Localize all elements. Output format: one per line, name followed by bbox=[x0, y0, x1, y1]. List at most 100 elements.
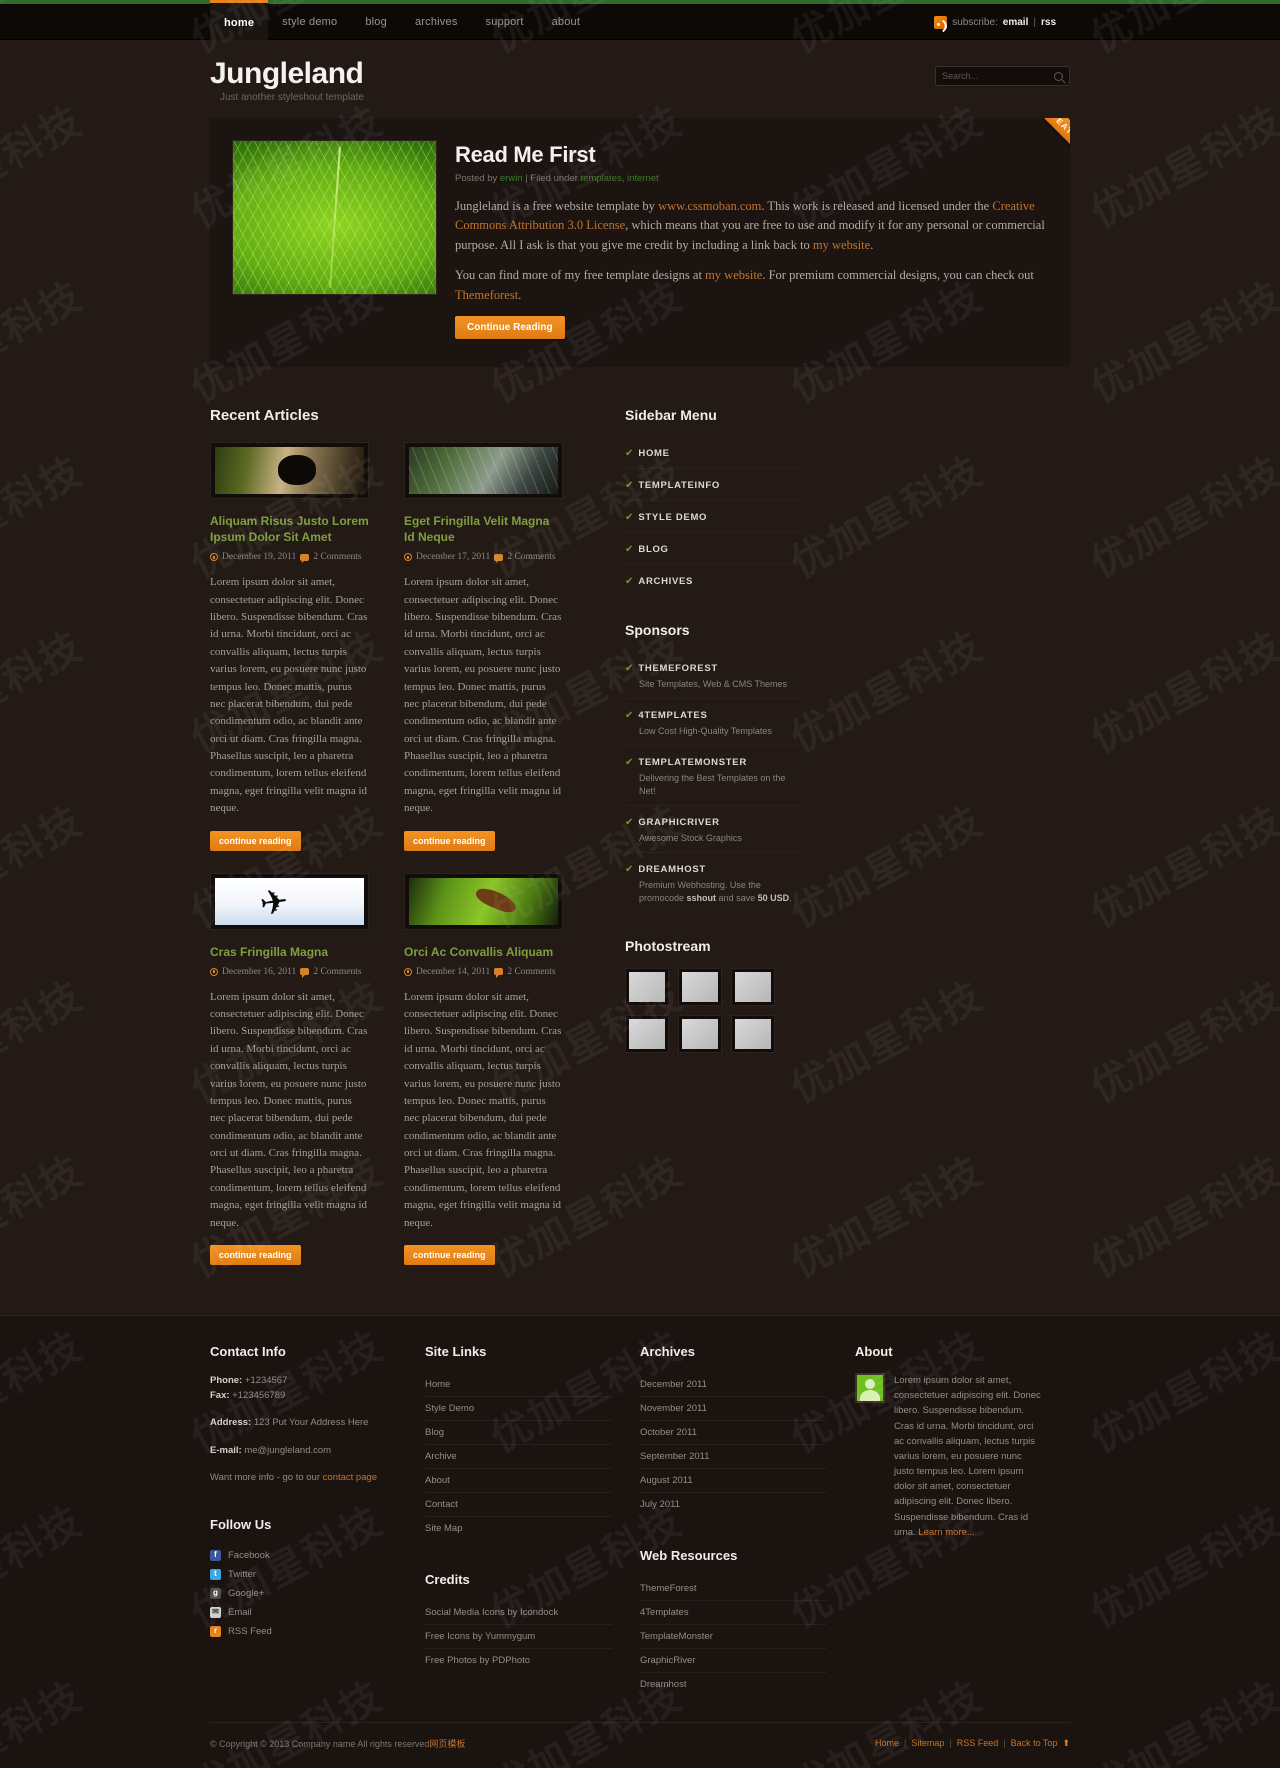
photostream-thumb[interactable] bbox=[731, 1015, 775, 1054]
sitelink-home[interactable]: Home bbox=[425, 1373, 612, 1396]
list-item[interactable]: Free Icons by Yummygum bbox=[425, 1625, 612, 1649]
social-label[interactable]: Facebook bbox=[228, 1550, 270, 1561]
featured-image[interactable] bbox=[232, 140, 437, 295]
rss-icon[interactable] bbox=[934, 15, 948, 29]
article-thumbnail[interactable] bbox=[404, 872, 563, 930]
list-item[interactable]: Blog bbox=[425, 1421, 612, 1445]
sidebar-item-label[interactable]: ARCHIVES bbox=[638, 576, 693, 587]
archive-november-2011[interactable]: November 2011 bbox=[640, 1397, 827, 1420]
article-continue-button[interactable]: continue reading bbox=[404, 830, 495, 851]
list-item[interactable]: Archive bbox=[425, 1445, 612, 1469]
article-title[interactable]: Eget Fringilla Velit Magna Id Neque bbox=[404, 513, 563, 545]
article-title[interactable]: Orci Ac Convallis Aliquam bbox=[404, 944, 563, 960]
featured-p2-link-themeforest[interactable]: Themeforest bbox=[455, 288, 518, 302]
sidebar-item-archives[interactable]: ✔ ARCHIVES bbox=[625, 565, 800, 596]
learn-more-link[interactable]: Learn more... bbox=[918, 1527, 975, 1538]
list-item[interactable]: Style Demo bbox=[425, 1397, 612, 1421]
nav-item-support[interactable]: support bbox=[472, 4, 538, 40]
archive-october-2011[interactable]: October 2011 bbox=[640, 1421, 827, 1444]
article-continue-button[interactable]: continue reading bbox=[210, 1244, 301, 1265]
article-comments[interactable]: 2 Comments bbox=[507, 552, 555, 562]
social-item-rss[interactable]: r RSS Feed bbox=[210, 1622, 397, 1641]
footer-link-sitemap[interactable]: Sitemap bbox=[911, 1738, 944, 1748]
nav-item-archives[interactable]: archives bbox=[401, 4, 472, 40]
list-item[interactable]: Contact bbox=[425, 1493, 612, 1517]
credit-pdphoto[interactable]: Free Photos by PDPhoto bbox=[425, 1649, 612, 1672]
sitelink-archive[interactable]: Archive bbox=[425, 1445, 612, 1468]
list-item[interactable]: December 2011 bbox=[640, 1373, 827, 1397]
social-label[interactable]: Email bbox=[228, 1607, 252, 1618]
sidebar-item-label[interactable]: BLOG bbox=[638, 544, 668, 555]
nav-item-style-demo[interactable]: style demo bbox=[268, 4, 351, 40]
photostream-thumb[interactable] bbox=[625, 1015, 669, 1054]
photostream-thumb[interactable] bbox=[678, 1015, 722, 1054]
archive-september-2011[interactable]: September 2011 bbox=[640, 1445, 827, 1468]
article-continue-button[interactable]: continue reading bbox=[404, 1244, 495, 1265]
subscribe-rss-link[interactable]: rss bbox=[1041, 17, 1056, 28]
resource-templatemonster[interactable]: TemplateMonster bbox=[640, 1625, 827, 1648]
search-box[interactable] bbox=[935, 66, 1070, 86]
social-item-facebook[interactable]: f Facebook bbox=[210, 1546, 397, 1565]
article-title[interactable]: Cras Fringilla Magna bbox=[210, 944, 369, 960]
article-comments[interactable]: 2 Comments bbox=[313, 552, 361, 562]
resource-4templates[interactable]: 4Templates bbox=[640, 1601, 827, 1624]
sidebar-item-templateinfo[interactable]: ✔ TEMPLATEINFO bbox=[625, 469, 800, 501]
article-thumbnail[interactable] bbox=[210, 872, 369, 930]
featured-tag-internet[interactable]: internet bbox=[627, 173, 659, 184]
sitelink-blog[interactable]: Blog bbox=[425, 1421, 612, 1444]
article-continue-button[interactable]: continue reading bbox=[210, 830, 301, 851]
list-item[interactable]: October 2011 bbox=[640, 1421, 827, 1445]
sitelink-site-map[interactable]: Site Map bbox=[425, 1517, 612, 1540]
site-logo[interactable]: Jungleland bbox=[210, 58, 364, 90]
credit-yummygum[interactable]: Free Icons by Yummygum bbox=[425, 1625, 612, 1648]
resource-dreamhost[interactable]: Dreamhost bbox=[640, 1673, 827, 1696]
social-item-twitter[interactable]: t Twitter bbox=[210, 1565, 397, 1584]
list-item[interactable]: July 2011 bbox=[640, 1493, 827, 1516]
back-to-top-link[interactable]: Back to Top bbox=[1011, 1738, 1058, 1748]
sponsor-item-themeforest[interactable]: ✔ THEMEFOREST Site Templates, Web & CMS T… bbox=[625, 652, 800, 699]
social-label[interactable]: RSS Feed bbox=[228, 1626, 272, 1637]
search-input[interactable] bbox=[942, 71, 1054, 81]
photostream-thumb[interactable] bbox=[731, 968, 775, 1007]
list-item[interactable]: ThemeForest bbox=[640, 1577, 827, 1601]
list-item[interactable]: TemplateMonster bbox=[640, 1625, 827, 1649]
sponsor-name[interactable]: GRAPHICRIVER bbox=[638, 817, 719, 828]
sitelink-style-demo[interactable]: Style Demo bbox=[425, 1397, 612, 1420]
sitelink-about[interactable]: About bbox=[425, 1469, 612, 1492]
sidebar-item-style-demo[interactable]: ✔ STYLE DEMO bbox=[625, 501, 800, 533]
list-item[interactable]: November 2011 bbox=[640, 1397, 827, 1421]
list-item[interactable]: About bbox=[425, 1469, 612, 1493]
continue-reading-button[interactable]: Continue Reading bbox=[455, 315, 565, 339]
sponsor-name[interactable]: DREAMHOST bbox=[638, 864, 706, 875]
social-item-email[interactable]: ✉ Email bbox=[210, 1603, 397, 1622]
list-item[interactable]: Dreamhost bbox=[640, 1673, 827, 1696]
footer-link-home[interactable]: Home bbox=[875, 1738, 899, 1748]
sidebar-item-home[interactable]: ✔ HOME bbox=[625, 437, 800, 469]
sponsor-name[interactable]: THEMEFOREST bbox=[638, 663, 717, 674]
list-item[interactable]: September 2011 bbox=[640, 1445, 827, 1469]
featured-tag-templates[interactable]: templates bbox=[581, 173, 622, 184]
credit-icondock[interactable]: Social Media Icons by Icondock bbox=[425, 1601, 612, 1624]
nav-item-blog[interactable]: blog bbox=[351, 4, 401, 40]
up-arrow-icon[interactable]: ⬆ bbox=[1062, 1738, 1070, 1749]
sidebar-item-blog[interactable]: ✔ BLOG bbox=[625, 533, 800, 565]
sidebar-item-label[interactable]: STYLE DEMO bbox=[638, 512, 707, 523]
cn-template-link[interactable]: 网页模板 bbox=[429, 1739, 465, 1749]
sidebar-item-label[interactable]: HOME bbox=[638, 448, 669, 459]
article-thumbnail[interactable] bbox=[210, 441, 369, 499]
subscribe-email-link[interactable]: email bbox=[1003, 17, 1029, 28]
list-item[interactable]: 4Templates bbox=[640, 1601, 827, 1625]
list-item[interactable]: August 2011 bbox=[640, 1469, 827, 1493]
sponsor-item-4templates[interactable]: ✔ 4TEMPLATES Low Cost High-Quality Templa… bbox=[625, 699, 800, 746]
article-thumbnail[interactable] bbox=[404, 441, 563, 499]
sponsor-item-templatemonster[interactable]: ✔ TEMPLATEMONSTER Delivering the Best Tem… bbox=[625, 746, 800, 807]
photostream-thumb[interactable] bbox=[625, 968, 669, 1007]
list-item[interactable]: GraphicRiver bbox=[640, 1649, 827, 1673]
social-item-googleplus[interactable]: g Google+ bbox=[210, 1584, 397, 1603]
archive-august-2011[interactable]: August 2011 bbox=[640, 1469, 827, 1492]
photostream-thumb[interactable] bbox=[678, 968, 722, 1007]
list-item[interactable]: Home bbox=[425, 1373, 612, 1397]
sponsor-name[interactable]: 4TEMPLATES bbox=[638, 710, 707, 721]
sponsor-name[interactable]: TEMPLATEMONSTER bbox=[638, 757, 747, 768]
sitelink-contact[interactable]: Contact bbox=[425, 1493, 612, 1516]
